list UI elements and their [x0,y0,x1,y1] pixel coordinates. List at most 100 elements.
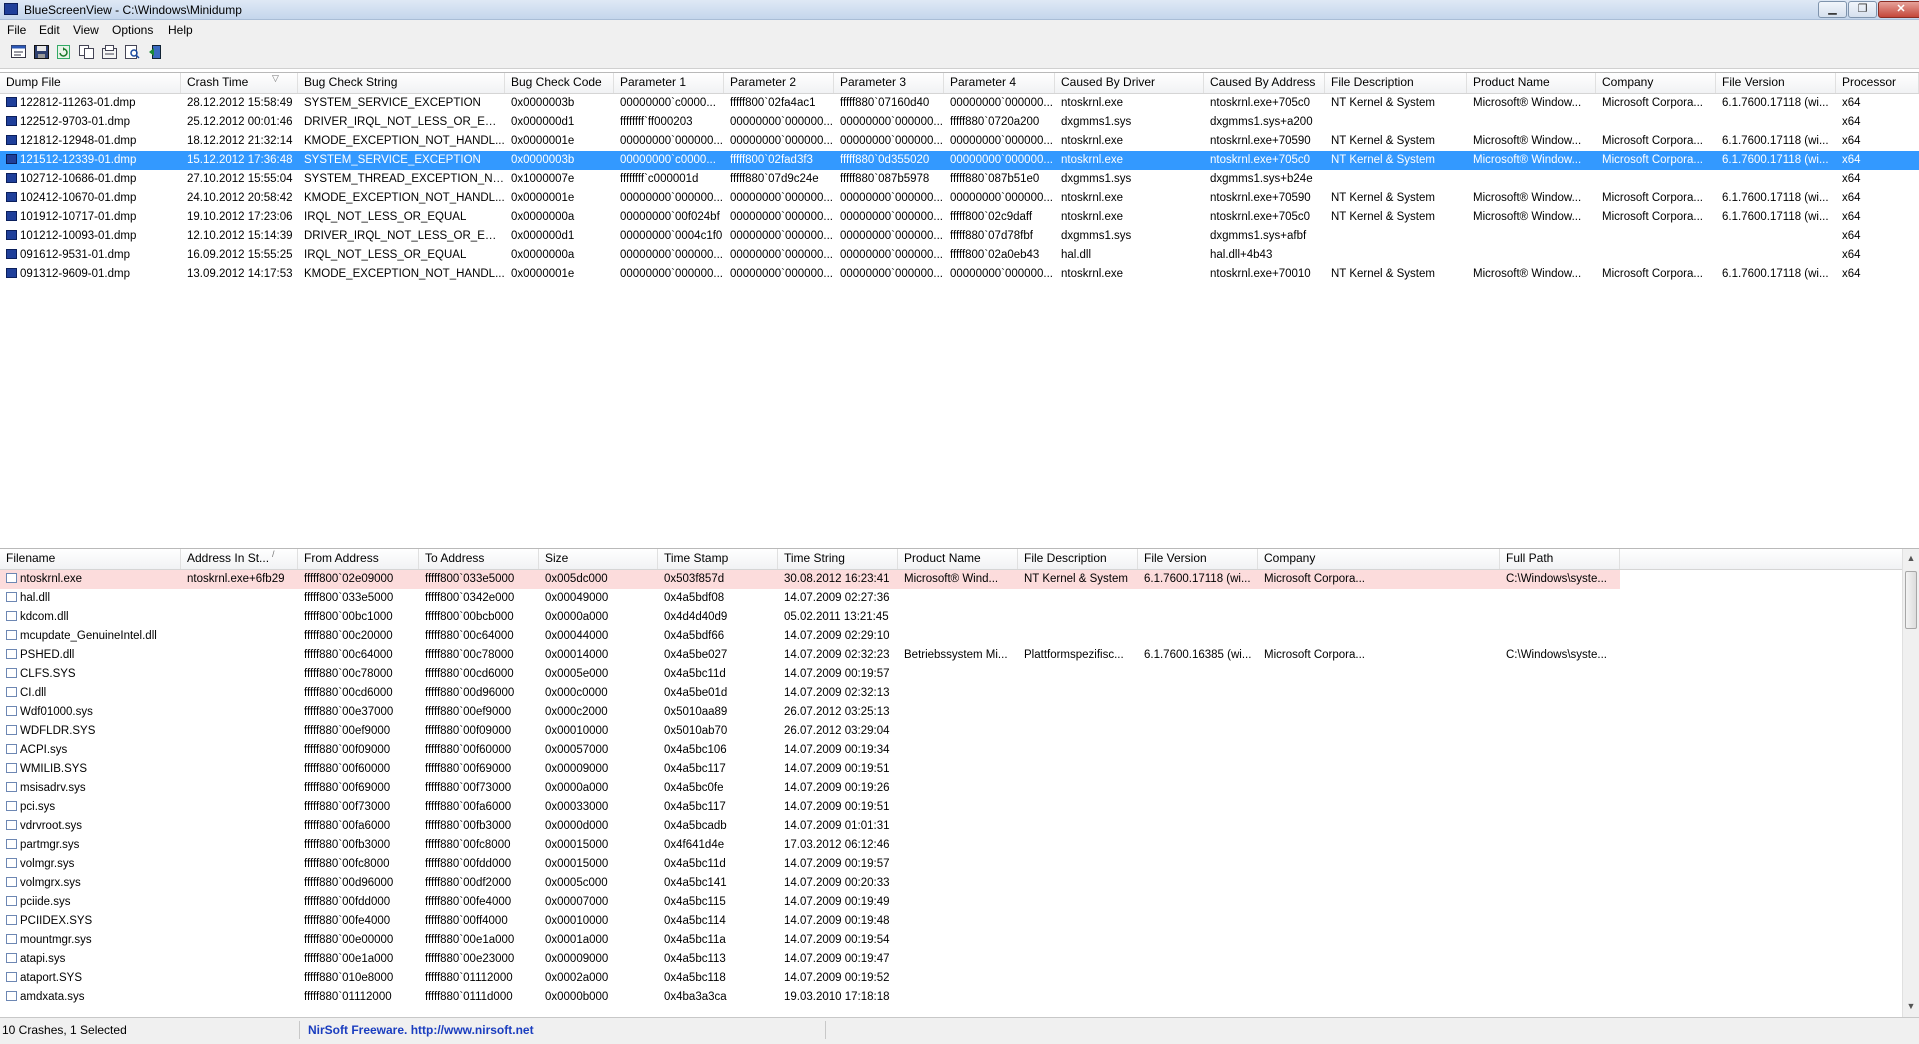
restore-button[interactable]: ❐ [1848,1,1877,18]
column-header-crash-time[interactable]: Crash Time [181,73,298,93]
driver-row[interactable]: CLFS.SYS fffff880`00c78000 fffff880`00cd60… [0,665,1919,684]
driver-row[interactable]: kdcom.dll fffff800`00bc1000 fffff800`00bcb… [0,608,1919,627]
column-header-parameter-1[interactable]: Parameter 1 [614,73,724,93]
cell-to-address: fffff800`00bcb000 [419,608,539,627]
scroll-up-icon[interactable]: ▲ [1904,551,1918,565]
driver-row[interactable]: atapi.sys fffff880`00e1a000 fffff880`00e23… [0,950,1919,969]
crash-row[interactable]: 091312-9609-01.dmp 13.09.2012 14:17:53 KMO… [0,265,1919,284]
crash-row[interactable]: 122512-9703-01.dmp 25.12.2012 00:01:46 DRI… [0,113,1919,132]
driver-row[interactable]: partmgr.sys fffff880`00fb3000 fffff880`00f… [0,836,1919,855]
cell-text: volmgr.sys [20,858,75,870]
properties-icon[interactable] [10,45,27,61]
cell-product-name [898,855,1018,874]
cell-to-address: fffff880`01112000 [419,969,539,988]
column-header-parameter-4[interactable]: Parameter 4 [944,73,1055,93]
vertical-scrollbar[interactable]: ▲ ▼ [1902,549,1919,1017]
menu-options[interactable]: Options [112,23,153,37]
driver-row[interactable]: mcupdate_GenuineIntel.dll fffff880`00c200… [0,627,1919,646]
menu-help[interactable]: Help [168,23,193,37]
cell-company [1258,760,1500,779]
cell-file-description: NT Kernel & System [1325,208,1467,227]
column-header-from-address[interactable]: From Address [298,549,419,569]
cell-text: 00000000`000000... [840,192,943,204]
find-icon[interactable] [124,45,141,61]
cell-file-description [1325,246,1467,265]
column-header-product-name[interactable]: Product Name [1467,73,1596,93]
column-header-parameter-2[interactable]: Parameter 2 [724,73,834,93]
crash-row[interactable]: 101912-10717-01.dmp 19.10.2012 17:23:06 IR… [0,208,1919,227]
column-header-address-in-st[interactable]: Address In St... [181,549,298,569]
driver-row[interactable]: ACPI.sys fffff880`00f09000 fffff880`00f600… [0,741,1919,760]
driver-row[interactable]: volmgr.sys fffff880`00fc8000 fffff880`00fd… [0,855,1919,874]
crash-row[interactable]: 101212-10093-01.dmp 12.10.2012 15:14:39 DR… [0,227,1919,246]
cell-text: 6.1.7600.16385 (wi... [1144,649,1252,661]
cell-filename: vdrvroot.sys [0,817,181,836]
crash-row[interactable]: 122812-11263-01.dmp 28.12.2012 15:58:49 SY… [0,94,1919,113]
driver-row[interactable]: pci.sys fffff880`00f73000 fffff880`00fa600… [0,798,1919,817]
driver-row[interactable]: vdrvroot.sys fffff880`00fa6000 fffff880`00… [0,817,1919,836]
close-button[interactable]: ✕ [1878,1,1919,18]
driver-row[interactable]: CI.dll fffff880`00cd6000 fffff880`00d96000… [0,684,1919,703]
driver-row[interactable]: mountmgr.sys fffff880`00e00000 fffff880`00… [0,931,1919,950]
cell-text: fffff880`00c64000 [304,649,393,661]
vertical-scroll-thumb[interactable] [1905,571,1917,629]
driver-row[interactable]: amdxata.sys fffff880`01112000 fffff880`011… [0,988,1919,1007]
driver-row[interactable]: WDFLDR.SYS fffff880`00ef9000 fffff880`00f0… [0,722,1919,741]
column-header-bug-check-string[interactable]: Bug Check String [298,73,505,93]
column-header-bug-check-code[interactable]: Bug Check Code [505,73,614,93]
driver-row[interactable]: Wdf01000.sys fffff880`00e37000 fffff880`00… [0,703,1919,722]
column-header-size[interactable]: Size [539,549,658,569]
cell-full-path [1500,703,1620,722]
driver-row[interactable]: PSHED.dll fffff880`00c64000 fffff880`00c78… [0,646,1919,665]
menu-file[interactable]: File [7,23,26,37]
cell-dump-file: 091312-9609-01.dmp [0,265,181,284]
refresh-icon[interactable] [55,45,72,61]
cell-time-stamp: 0x4a5be027 [658,646,778,665]
crash-row[interactable]: 091612-9531-01.dmp 16.09.2012 15:55:25 IRQ… [0,246,1919,265]
driver-row[interactable]: WMILIB.SYS fffff880`00f60000 fffff880`00f6… [0,760,1919,779]
driver-row[interactable]: hal.dll fffff800`033e5000 fffff800`0342e00… [0,589,1919,608]
column-header-filename[interactable]: Filename [0,549,181,569]
driver-row[interactable]: ataport.SYS fffff880`010e8000 fffff880`011… [0,969,1919,988]
column-header-file-description[interactable]: File Description [1018,549,1138,569]
cell-filename: volmgr.sys [0,855,181,874]
column-header-file-description[interactable]: File Description [1325,73,1467,93]
crash-row[interactable]: 121512-12339-01.dmp 15.12.2012 17:36:48 SY… [0,151,1919,170]
column-header-file-version[interactable]: File Version [1138,549,1258,569]
column-header-file-version[interactable]: File Version [1716,73,1836,93]
column-header-caused-by-driver[interactable]: Caused By Driver [1055,73,1204,93]
driver-row[interactable]: msisadrv.sys fffff880`00f69000 fffff880`00… [0,779,1919,798]
column-header-time-string[interactable]: Time String [778,549,898,569]
driver-row[interactable]: volmgrx.sys fffff880`00d96000 fffff880`00d… [0,874,1919,893]
driver-list[interactable]: Filename Address In St... From Address To A… [0,548,1919,1017]
column-header-time-stamp[interactable]: Time Stamp [658,549,778,569]
driver-row[interactable]: pciide.sys fffff880`00fdd000 fffff880`00fe… [0,893,1919,912]
crash-row[interactable]: 102712-10686-01.dmp 27.10.2012 15:55:04 SY… [0,170,1919,189]
exit-icon[interactable] [147,45,164,61]
column-header-company[interactable]: Company [1596,73,1716,93]
crash-row[interactable]: 102412-10670-01.dmp 24.10.2012 20:58:42 KM… [0,189,1919,208]
column-header-dump-file[interactable]: Dump File [0,73,181,93]
scroll-down-icon[interactable]: ▼ [1904,999,1918,1013]
cell-size: 0x000c2000 [539,703,658,722]
column-header-company[interactable]: Company [1258,549,1500,569]
save-icon[interactable] [33,45,50,61]
minimize-button[interactable]: ▁ [1818,1,1847,18]
cell-time-string: 14.07.2009 00:19:48 [778,912,898,931]
column-header-processor[interactable]: Processor [1836,73,1919,93]
report-icon[interactable] [101,45,118,61]
column-header-full-path[interactable]: Full Path [1500,549,1620,569]
driver-row[interactable]: PCIIDEX.SYS fffff880`00fe4000 fffff880`00f… [0,912,1919,931]
column-header-parameter-3[interactable]: Parameter 3 [834,73,944,93]
driver-row[interactable]: ntoskrnl.exe ntoskrnl.exe+6fb29 fffff800`0… [0,570,1919,589]
menu-view[interactable]: View [73,23,99,37]
menu-edit[interactable]: Edit [39,23,60,37]
copy-icon[interactable] [78,45,95,61]
cell-text: ataport.SYS [20,972,83,984]
crash-row[interactable]: 121812-12948-01.dmp 18.12.2012 21:32:14 KM… [0,132,1919,151]
crash-list[interactable]: Dump File Crash Time Bug Check String Bug C… [0,72,1919,545]
column-header-caused-by-address[interactable]: Caused By Address [1204,73,1325,93]
column-header-to-address[interactable]: To Address [419,549,539,569]
nirsoft-link[interactable]: NirSoft Freeware. http://www.nirsoft.net [306,1021,826,1039]
column-header-product-name[interactable]: Product Name [898,549,1018,569]
